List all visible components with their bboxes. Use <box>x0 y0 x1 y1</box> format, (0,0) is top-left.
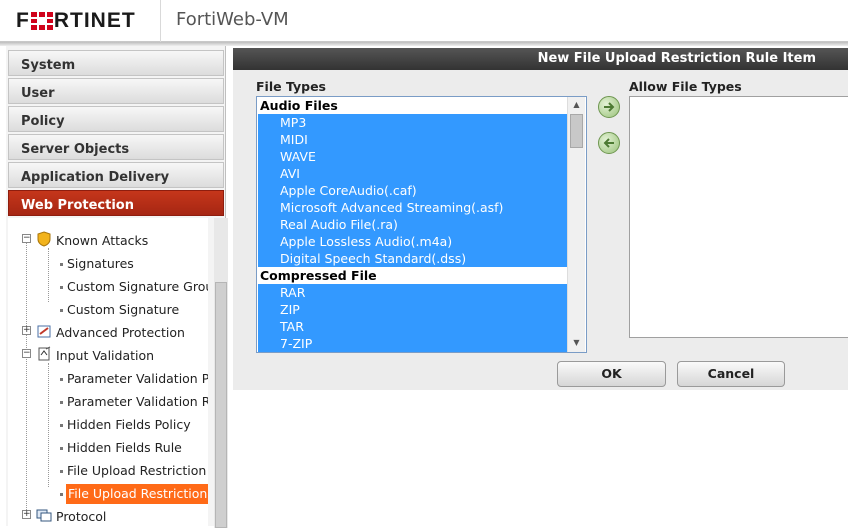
option-midi[interactable]: MIDI <box>258 131 572 148</box>
protocol-icon <box>36 509 52 522</box>
arrow-left-icon <box>603 138 614 148</box>
tree-item-advanced-protection[interactable]: Advanced Protection <box>56 323 185 343</box>
file-types-scroll-thumb[interactable] <box>570 114 583 148</box>
logo-text-left: F <box>16 9 30 32</box>
nav-policy[interactable]: Policy <box>8 106 224 132</box>
file-types-listbox[interactable]: Audio Files MP3 MIDI WAVE AVI Apple Core… <box>256 96 587 353</box>
tree-connector <box>26 240 27 518</box>
option-real-audio-file[interactable]: Real Audio File(.ra) <box>258 216 572 233</box>
file-types-label: File Types <box>256 79 326 94</box>
header-divider <box>160 0 161 42</box>
shield-icon <box>37 231 51 247</box>
option-avi[interactable]: AVI <box>258 165 572 182</box>
tree-item-custom-signature[interactable]: Custom Signature <box>67 300 179 320</box>
allow-file-types-label: Allow File Types <box>629 79 742 94</box>
tree-connector <box>48 248 49 302</box>
tree-bullet <box>60 263 63 266</box>
tree-bullet <box>60 309 63 312</box>
product-name: FortiWeb-VM <box>176 9 289 30</box>
collapse-known-attacks-icon[interactable]: − <box>22 234 31 243</box>
collapse-input-validation-icon[interactable]: − <box>22 349 31 358</box>
tree-item-input-validation[interactable]: Input Validation <box>56 346 154 366</box>
option-rar[interactable]: RAR <box>258 284 572 301</box>
option-microsoft-advanced-streaming[interactable]: Microsoft Advanced Streaming(.asf) <box>258 199 572 216</box>
tree-item-protocol[interactable]: Protocol <box>56 507 106 527</box>
option-digital-speech-standard[interactable]: Digital Speech Standard(.dss) <box>258 250 572 267</box>
nav-server-objects[interactable]: Server Objects <box>8 134 224 160</box>
tree-item-signatures[interactable]: Signatures <box>67 254 134 274</box>
sidebar-scroll-thumb[interactable] <box>215 282 227 528</box>
nav-web-protection[interactable]: Web Protection <box>8 190 224 216</box>
allow-file-types-listbox[interactable] <box>629 96 848 338</box>
tree-item-parameter-validation-policy[interactable]: Parameter Validation Po <box>67 369 208 389</box>
logo-text-right: RTINET <box>53 9 136 32</box>
option-apple-lossless-audio[interactable]: Apple Lossless Audio(.m4a) <box>258 233 572 250</box>
tree-bullet <box>60 424 63 427</box>
add-file-type-button[interactable] <box>598 96 620 118</box>
expand-protocol-icon[interactable]: + <box>22 510 31 519</box>
option-mp3[interactable]: MP3 <box>258 114 572 131</box>
tree-item-file-upload-restriction-policy[interactable]: File Upload Restriction P <box>67 461 208 481</box>
tree-bullet <box>60 401 63 404</box>
option-7zip[interactable]: 7-ZIP <box>258 335 572 352</box>
nav-application-delivery[interactable]: Application Delivery <box>8 162 224 188</box>
tree-item-hidden-fields-policy[interactable]: Hidden Fields Policy <box>67 415 191 435</box>
nav-system[interactable]: System <box>8 50 224 76</box>
scroll-up-arrow-icon[interactable]: ▲ <box>571 99 582 111</box>
fortinet-logo: F RTINET <box>16 9 136 32</box>
input-validation-icon <box>38 346 51 361</box>
tree-bullet <box>60 493 63 496</box>
tree-item-parameter-validation-rule[interactable]: Parameter Validation Ru <box>67 392 208 412</box>
tree-bullet <box>60 470 63 473</box>
tree-item-known-attacks[interactable]: Known Attacks <box>56 231 148 251</box>
option-apple-coreaudio[interactable]: Apple CoreAudio(.caf) <box>258 182 572 199</box>
tree-connector <box>48 363 49 487</box>
top-header: F RTINET FortiWeb-VM <box>0 0 848 42</box>
web-protection-tree: − Known Attacks Signatures Custom Signat… <box>8 218 208 528</box>
nav-user[interactable]: User <box>8 78 224 104</box>
tree-bullet <box>60 378 63 381</box>
cancel-button[interactable]: Cancel <box>677 361 785 387</box>
logo-grid-icon <box>30 12 53 30</box>
optgroup-compressed-file: Compressed File <box>258 267 572 284</box>
ok-button[interactable]: OK <box>557 361 666 387</box>
scroll-down-arrow-icon[interactable]: ▼ <box>571 337 582 349</box>
tree-item-file-upload-restriction-rule[interactable]: File Upload Restriction R <box>66 484 208 504</box>
tree-item-custom-signature-group[interactable]: Custom Signature Grou <box>67 277 208 297</box>
tree-bullet <box>60 447 63 450</box>
advanced-protection-icon <box>37 325 51 338</box>
tree-bullet <box>60 286 63 289</box>
arrow-right-icon <box>604 102 615 112</box>
panel-title: New File Upload Restriction Rule Item <box>233 48 848 70</box>
option-zip[interactable]: ZIP <box>258 301 572 318</box>
option-tar[interactable]: TAR <box>258 318 572 335</box>
expand-advanced-protection-icon[interactable]: + <box>22 326 31 335</box>
sidebar: System User Policy Server Objects Applic… <box>6 46 228 528</box>
option-wave[interactable]: WAVE <box>258 148 572 165</box>
tree-item-hidden-fields-rule[interactable]: Hidden Fields Rule <box>67 438 182 458</box>
remove-file-type-button[interactable] <box>598 132 620 154</box>
optgroup-audio-files: Audio Files <box>258 97 572 114</box>
